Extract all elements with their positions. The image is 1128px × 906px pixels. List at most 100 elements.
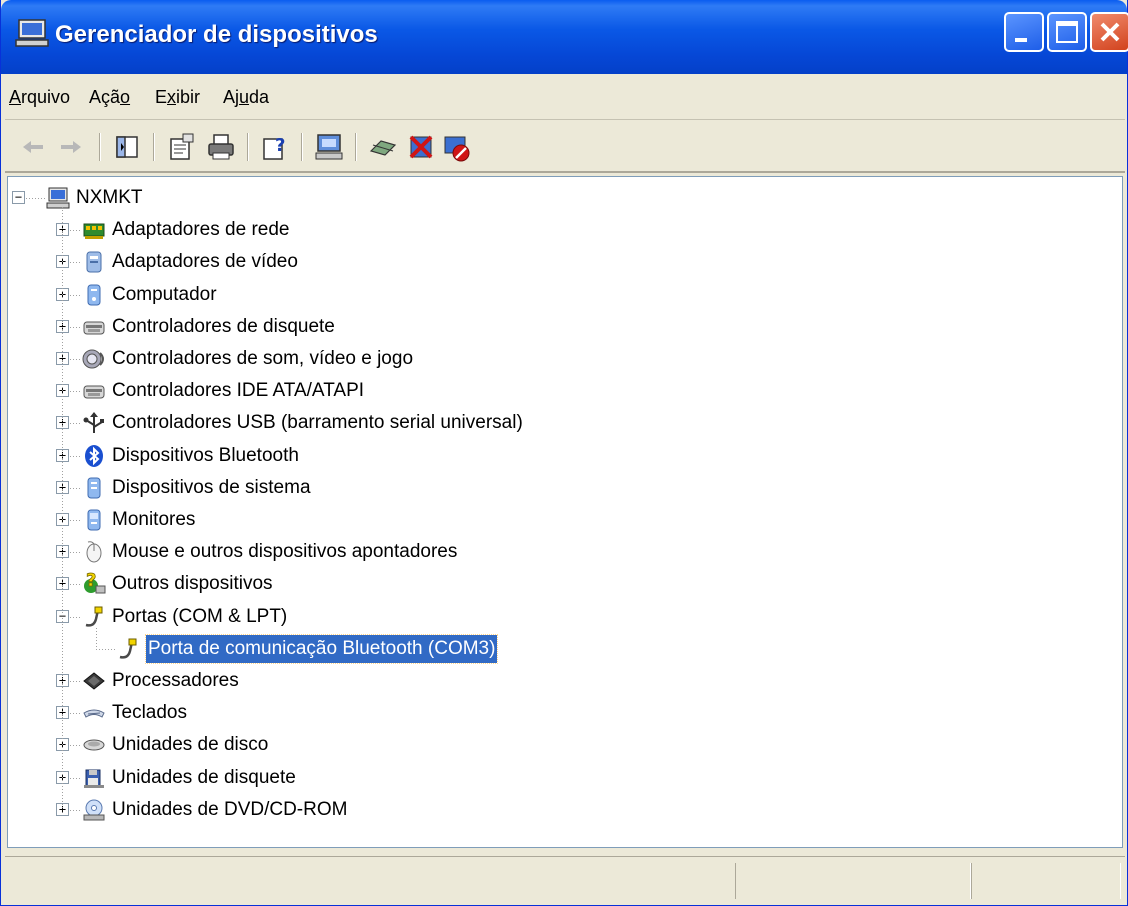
floppy-drive-icon bbox=[82, 766, 106, 790]
maximize-button[interactable] bbox=[1047, 12, 1087, 52]
tree-item[interactable]: +?Outros dispositivos bbox=[8, 569, 1118, 599]
status-panel bbox=[735, 863, 971, 899]
tree-item[interactable]: +Dispositivos Bluetooth bbox=[8, 441, 1118, 471]
tree-item[interactable]: +Processadores bbox=[8, 666, 1118, 696]
tree-connector bbox=[70, 455, 82, 457]
scan-hardware-changes-icon[interactable] bbox=[313, 131, 345, 163]
tree-item[interactable]: +Computador bbox=[8, 280, 1118, 310]
menu-ajuda[interactable]: Ajuda bbox=[223, 84, 269, 110]
tree-connector bbox=[70, 294, 82, 296]
toolbar-separator bbox=[99, 133, 101, 161]
computer-icon bbox=[15, 19, 49, 47]
tree-connector bbox=[62, 207, 63, 809]
toolbar-separator bbox=[355, 133, 357, 161]
tree-connector bbox=[70, 809, 82, 811]
tree-item-label: Monitores bbox=[112, 509, 196, 530]
tree-item[interactable]: +Adaptadores de rede bbox=[8, 215, 1118, 245]
menu-bar: Arquivo Ação Exibir Ajuda bbox=[5, 74, 1125, 120]
uninstall-icon[interactable] bbox=[405, 131, 437, 163]
title-bar[interactable]: Gerenciador de dispositivos bbox=[1, 0, 1128, 74]
svg-text:?: ? bbox=[86, 572, 96, 591]
properties-icon[interactable] bbox=[165, 131, 197, 163]
tree-connector bbox=[70, 520, 82, 521]
tree-item-label: Controladores de disquete bbox=[112, 315, 335, 337]
device-tree[interactable]: − NXMKT +Adaptadores de rede+Adaptadores d… bbox=[7, 176, 1123, 848]
help-icon[interactable]: ? bbox=[259, 131, 291, 163]
bluetooth-icon bbox=[82, 444, 106, 468]
tree-connector bbox=[70, 391, 82, 393]
tree-item[interactable]: +Unidades de disquete bbox=[8, 763, 1118, 793]
tree-item-label: Outros dispositivos bbox=[112, 573, 273, 595]
tree-connector bbox=[70, 745, 82, 747]
mouse-icon bbox=[82, 540, 106, 564]
usb-icon bbox=[82, 411, 106, 435]
tree-item[interactable]: +Monitores bbox=[8, 505, 1118, 535]
show-hide-console-tree-icon[interactable] bbox=[111, 131, 143, 163]
computer-icon bbox=[46, 186, 70, 210]
tree-item-label: Unidades de disco bbox=[112, 734, 269, 756]
tree-item-child[interactable]: Porta de comunicação Bluetooth (COM3) bbox=[8, 633, 1118, 664]
keyboard-icon bbox=[82, 701, 106, 725]
status-panel bbox=[971, 863, 1121, 899]
status-bar bbox=[5, 856, 1125, 902]
tree-item-label: Porta de comunicação Bluetooth (COM3) bbox=[144, 633, 499, 664]
collapse-toggle[interactable]: − bbox=[12, 191, 25, 204]
tree-item-label: Adaptadores de vídeo bbox=[112, 251, 298, 273]
svg-text:?: ? bbox=[275, 135, 285, 156]
update-driver-icon[interactable] bbox=[367, 131, 399, 163]
maximize-icon bbox=[1056, 21, 1078, 43]
tree-item[interactable]: +Controladores de som, vídeo e jogo bbox=[8, 344, 1118, 374]
dvd-drive-icon bbox=[82, 798, 106, 822]
tree-item-label: Unidades de disquete bbox=[112, 766, 296, 788]
sound-icon bbox=[82, 347, 106, 371]
tree-connector bbox=[26, 198, 46, 199]
port-icon bbox=[82, 605, 106, 629]
tree-connector bbox=[70, 681, 82, 682]
close-icon bbox=[1100, 22, 1120, 42]
processor-icon bbox=[82, 669, 106, 693]
tree-item-label: Controladores de som, vídeo e jogo bbox=[112, 348, 414, 369]
forward-icon[interactable] bbox=[55, 131, 87, 163]
back-icon[interactable] bbox=[17, 131, 49, 163]
tree-connector bbox=[70, 616, 82, 618]
display-adapter-icon bbox=[82, 250, 106, 274]
close-button[interactable] bbox=[1090, 12, 1128, 52]
ide-controller-icon bbox=[82, 379, 106, 403]
window-title: Gerenciador de dispositivos bbox=[55, 21, 378, 48]
tree-item[interactable]: +Teclados bbox=[8, 698, 1118, 728]
disk-drive-icon bbox=[82, 733, 106, 757]
minimize-button[interactable] bbox=[1004, 12, 1044, 52]
menu-exibir[interactable]: Exibir bbox=[155, 84, 200, 110]
tree-connector bbox=[70, 713, 82, 715]
tree-item-label: Adaptadores de rede bbox=[112, 219, 290, 241]
network-adapter-icon bbox=[82, 218, 106, 242]
tree-item[interactable]: +Unidades de disco bbox=[8, 730, 1118, 760]
tree-connector bbox=[70, 552, 82, 554]
tree-item-label: Controladores IDE ATA/ATAPI bbox=[112, 380, 365, 402]
tree-item[interactable]: + Unidades de DVD/CD-ROM bbox=[8, 795, 1118, 825]
tree-item-label: Computador bbox=[112, 283, 217, 305]
tree-item[interactable]: +Mouse e outros dispositivos apontadores bbox=[8, 537, 1118, 567]
tree-item[interactable]: −Portas (COM & LPT) bbox=[8, 602, 1118, 632]
tree-item-label: Mouse e outros dispositivos apontadores bbox=[112, 541, 458, 563]
tree-item[interactable]: +Controladores IDE ATA/ATAPI bbox=[8, 376, 1118, 406]
disable-icon[interactable] bbox=[441, 131, 473, 163]
system-device-icon bbox=[82, 476, 106, 500]
toolbar: ? bbox=[5, 121, 1125, 173]
tree-item[interactable]: +Adaptadores de vídeo bbox=[8, 247, 1118, 277]
tree-item-label: Teclados bbox=[112, 702, 187, 724]
toolbar-separator bbox=[301, 133, 303, 161]
tree-connector bbox=[96, 627, 97, 650]
tree-root-computer[interactable]: − NXMKT bbox=[8, 183, 1118, 213]
tree-item-label: NXMKT bbox=[76, 187, 143, 208]
tree-connector bbox=[70, 487, 82, 489]
tree-item[interactable]: +Dispositivos de sistema bbox=[8, 473, 1118, 503]
menu-acao[interactable]: Ação bbox=[89, 84, 130, 110]
tree-item-label: Dispositivos de sistema bbox=[112, 476, 311, 498]
tree-item[interactable]: +Controladores USB (barramento serial un… bbox=[8, 408, 1118, 438]
tree-item[interactable]: +Controladores de disquete bbox=[8, 312, 1118, 342]
menu-arquivo[interactable]: Arquivo bbox=[9, 84, 70, 110]
tree-connector bbox=[70, 359, 82, 360]
print-icon[interactable] bbox=[205, 131, 237, 163]
monitor-icon bbox=[82, 508, 106, 532]
